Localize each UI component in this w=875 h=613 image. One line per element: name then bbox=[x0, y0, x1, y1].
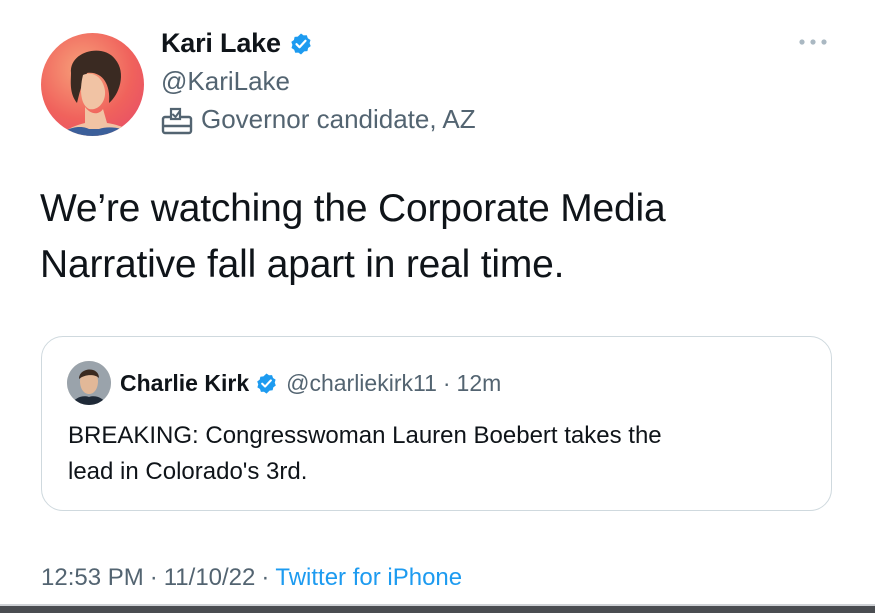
verified-badge-icon bbox=[291, 33, 311, 54]
author-name-row[interactable]: Kari Lake bbox=[161, 28, 313, 59]
quoted-author-name[interactable]: Charlie Kirk bbox=[120, 370, 249, 397]
quoted-tweet-text: BREAKING: Congresswoman Lauren Boebert t… bbox=[68, 422, 662, 485]
author-display-name[interactable]: Kari Lake bbox=[161, 28, 281, 59]
tweet-time[interactable]: 12:53 PM bbox=[41, 564, 144, 591]
bottom-divider bbox=[0, 604, 875, 613]
quoted-timestamp[interactable]: 12m bbox=[457, 370, 502, 397]
author-label: Governor candidate, AZ bbox=[161, 104, 476, 135]
meta-separator: · bbox=[149, 564, 158, 591]
quoted-separator: · bbox=[442, 369, 451, 396]
quoted-tweet[interactable]: Charlie Kirk @charliekirk11 · 12m BREAKI… bbox=[41, 336, 832, 511]
more-options-icon[interactable] bbox=[796, 34, 830, 50]
tweet-text: We’re watching the Corporate Media Narra… bbox=[40, 187, 666, 286]
quoted-author-avatar[interactable] bbox=[67, 361, 111, 405]
tweet-date[interactable]: 11/10/22 bbox=[164, 564, 256, 591]
author-avatar[interactable] bbox=[41, 33, 144, 136]
meta-separator: · bbox=[261, 564, 270, 591]
author-handle[interactable]: @KariLake bbox=[161, 66, 290, 97]
ballot-box-icon bbox=[161, 107, 193, 134]
quoted-author-handle[interactable]: @charliekirk11 bbox=[286, 370, 437, 397]
verified-badge-icon bbox=[257, 372, 276, 394]
tweet-source-link[interactable]: Twitter for iPhone bbox=[275, 564, 462, 591]
tweet-meta: 12:53 PM · 11/10/22 · Twitter for iPhone bbox=[41, 564, 462, 592]
author-label-text: Governor candidate, AZ bbox=[201, 104, 476, 134]
quoted-tweet-header: Charlie Kirk @charliekirk11 · 12m bbox=[67, 361, 501, 405]
tweet-card: Kari Lake @KariLake Governor candidate, … bbox=[0, 0, 875, 613]
